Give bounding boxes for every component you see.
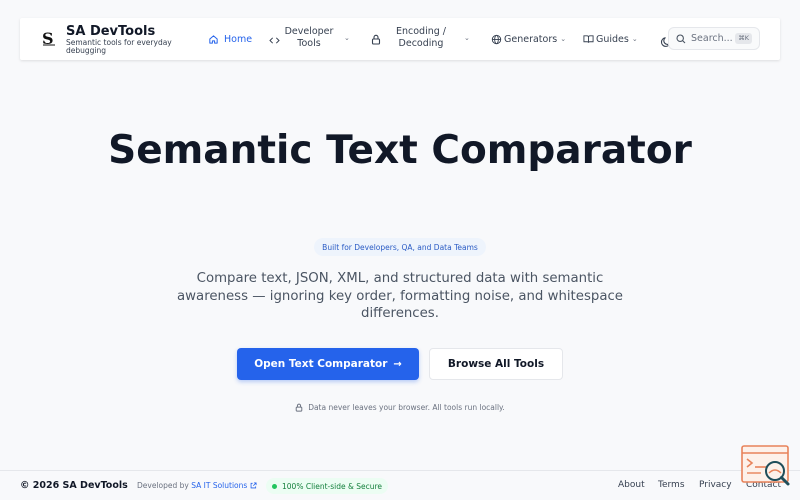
- nav-generators-label: Generators: [504, 33, 558, 45]
- privacy-note: Data never leaves your browser. All tool…: [0, 403, 800, 412]
- footer-link-privacy[interactable]: Privacy: [699, 480, 732, 490]
- footer-link-terms[interactable]: Terms: [658, 480, 685, 490]
- developed-by: Developed by SA IT Solutions: [137, 481, 257, 491]
- nav-developer-tools-label: Developer Tools: [284, 26, 334, 49]
- developed-by-label: Developed by: [137, 481, 189, 490]
- open-text-comparator-button[interactable]: Open Text Comparator →: [237, 348, 419, 380]
- status-dot-icon: [272, 483, 277, 489]
- home-icon: [207, 33, 219, 45]
- arrow-right-icon: →: [393, 358, 402, 370]
- privacy-note-text: Data never leaves your browser. All tool…: [308, 403, 505, 412]
- search-icon: [676, 33, 686, 44]
- book-icon: [582, 33, 594, 45]
- nav-generators[interactable]: Generators ⌄: [490, 33, 566, 45]
- copyright: © 2026 SA DevTools: [20, 480, 128, 491]
- globe-icon: [490, 33, 502, 45]
- nav-home[interactable]: Home: [207, 33, 252, 45]
- nav-guides[interactable]: Guides ⌄: [582, 33, 638, 45]
- open-text-comparator-label: Open Text Comparator: [254, 358, 388, 370]
- nav-guides-label: Guides: [596, 33, 629, 45]
- top-navbar: S SA DevTools Semantic tools for everyda…: [20, 18, 780, 60]
- search-shortcut: ⌘K: [735, 33, 752, 44]
- hero-description: Compare text, JSON, XML, and structured …: [177, 271, 623, 321]
- code-icon: [268, 34, 280, 46]
- external-link-icon: [250, 481, 257, 491]
- brand-title[interactable]: SA DevTools: [66, 24, 155, 39]
- footer-link-about[interactable]: About: [618, 480, 645, 490]
- nav-home-label: Home: [224, 33, 253, 45]
- brand-subtitle: Semantic tools for everyday debugging: [66, 38, 172, 55]
- secure-badge-label: 100% Client-side & Secure: [282, 481, 383, 491]
- nav-encoding-label: Encoding / Decoding: [395, 26, 446, 49]
- chevron-down-icon: ⌄: [344, 34, 350, 42]
- page-title: Semantic Text Comparator: [108, 128, 692, 173]
- secure-badge: 100% Client-side & Secure: [266, 478, 389, 494]
- developer-link[interactable]: SA IT Solutions: [191, 481, 247, 490]
- floating-search-widget-icon[interactable]: [741, 445, 791, 489]
- chevron-down-icon: ⌄: [631, 35, 638, 43]
- search-input[interactable]: Search... ⌘K: [668, 27, 760, 50]
- logo-icon[interactable]: S: [42, 29, 56, 51]
- lock-icon: [295, 403, 303, 412]
- chevron-down-icon: ⌄: [464, 34, 470, 42]
- svg-text:S: S: [42, 30, 54, 46]
- lock-icon: [370, 33, 382, 45]
- footer: © 2026 SA DevTools Developed by SA IT So…: [0, 470, 800, 500]
- audience-badge: Built for Developers, QA, and Data Teams: [314, 238, 486, 256]
- chevron-down-icon: ⌄: [560, 35, 567, 43]
- browse-all-tools-button[interactable]: Browse All Tools: [429, 348, 563, 380]
- search-placeholder: Search...: [691, 33, 733, 44]
